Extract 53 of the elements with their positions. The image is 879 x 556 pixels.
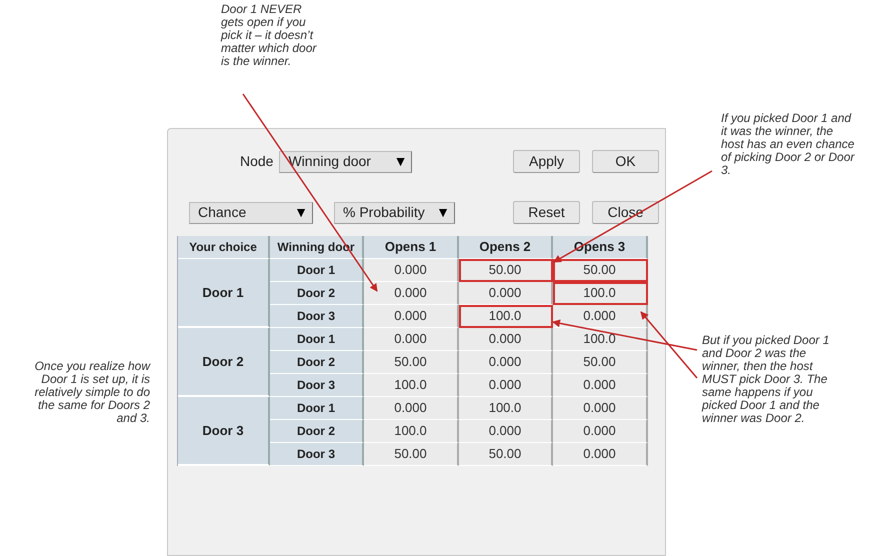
table-cell: 50.00 [553, 351, 648, 374]
table-cell: 0.000 [364, 305, 459, 328]
table-cell: 0.000 [553, 374, 648, 397]
row-header: Door 1 [270, 397, 364, 420]
table-cell: 0.000 [459, 328, 553, 351]
table-cell: 0.000 [364, 397, 459, 420]
table-cell: 100.0 [364, 420, 459, 443]
node-label: Node [240, 152, 274, 171]
table-cell: 0.000 [553, 397, 648, 420]
row-header: Door 2 [178, 328, 270, 397]
table-cell: 100.0 [553, 282, 648, 305]
table-cell: 0.000 [364, 282, 459, 305]
table-cell: 0.000 [553, 305, 648, 328]
table-cell: 100.0 [364, 374, 459, 397]
row-header: Door 1 [270, 328, 364, 351]
table-cell: 50.00 [364, 351, 459, 374]
table-cell: 0.000 [364, 259, 459, 282]
callout-text: If you picked Door 1 and it was the winner, the host has an even chance of picking Door 2 or Door 3. [721, 112, 856, 177]
column-header: Opens 2 [459, 236, 553, 259]
table-cell: 0.000 [553, 420, 648, 443]
row-header: Door 1 [178, 259, 270, 328]
table-cell: 0.000 [364, 328, 459, 351]
table-cell: 0.000 [459, 282, 553, 305]
row-header: Door 3 [270, 374, 364, 397]
dropdown[interactable]: Chance ▼ [189, 202, 313, 224]
table-cell: 100.0 [459, 305, 553, 328]
row-header: Door 2 [270, 351, 364, 374]
table-cell: 50.00 [459, 443, 553, 466]
table-cell: 50.00 [364, 443, 459, 466]
table-cell: 0.000 [459, 374, 553, 397]
table-cell: 0.000 [459, 351, 553, 374]
row-header: Door 2 [270, 282, 364, 305]
row-header: Door 1 [270, 259, 364, 282]
dialog-button[interactable]: Apply [513, 150, 580, 173]
column-header: Your choice [178, 236, 270, 259]
table-cell: 0.000 [459, 420, 553, 443]
dialog-button[interactable]: Reset [513, 201, 580, 224]
table-cell: 0.000 [553, 443, 648, 466]
table-cell: 50.00 [553, 259, 648, 282]
row-header: Door 2 [270, 420, 364, 443]
table-cell: 50.00 [459, 259, 553, 282]
column-header: Opens 1 [364, 236, 459, 259]
dropdown[interactable]: % Probability ▼ [334, 202, 455, 224]
callout-text: But if you picked Door 1 and Door 2 was the winner, then the host MUST pick Door 3. The same happens if you picked Door 1 and the winner was Door 2. [702, 334, 830, 425]
table-cell: 100.0 [459, 397, 553, 420]
row-header: Door 3 [270, 443, 364, 466]
row-header: Door 3 [178, 397, 270, 466]
dropdown[interactable]: Winning door ▼ [279, 150, 412, 172]
row-header: Door 3 [270, 305, 364, 328]
dialog-button[interactable]: OK [592, 150, 659, 173]
callout-text: Once you realize how Door 1 is set up, it is relatively simple to do the same for Doors 2 and 3. [34, 360, 150, 425]
callout-text: Door 1 NEVER gets open if you pick it – it doesn’t matter which door is the winner. [221, 3, 318, 68]
table-cell: 100.0 [553, 328, 648, 351]
